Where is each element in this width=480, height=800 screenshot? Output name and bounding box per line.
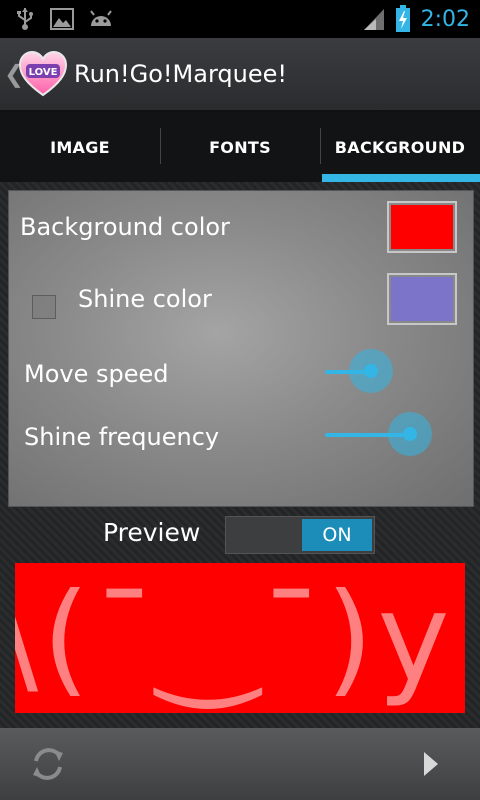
up-navigation[interactable]: ❮ LOVE Run!Go!Marquee! bbox=[0, 38, 300, 110]
shine-color-fill bbox=[391, 277, 453, 321]
tab-background[interactable]: BACKGROUND bbox=[320, 112, 480, 182]
move-speed-label: Move speed bbox=[24, 360, 169, 388]
image-icon bbox=[50, 8, 74, 30]
preview-toggle[interactable]: ON bbox=[225, 516, 375, 554]
next-arrow-icon[interactable] bbox=[422, 750, 440, 778]
refresh-icon[interactable] bbox=[28, 744, 68, 784]
shine-color-checkbox[interactable] bbox=[32, 295, 56, 319]
tab-label: FONTS bbox=[209, 137, 271, 157]
tab-fonts[interactable]: FONTS bbox=[160, 112, 320, 182]
marquee-preview: \(¯‿¯)y bbox=[15, 563, 465, 713]
shine-frequency-label: Shine frequency bbox=[24, 423, 220, 451]
marquee-text: \(¯‿¯)y bbox=[15, 567, 454, 709]
app-title: Run!Go!Marquee! bbox=[74, 60, 287, 88]
app-logo-text: LOVE bbox=[29, 67, 58, 78]
tab-label: IMAGE bbox=[50, 137, 110, 157]
usb-icon bbox=[17, 8, 33, 30]
slider-thumb[interactable] bbox=[402, 427, 417, 441]
shine-color-swatch[interactable] bbox=[387, 273, 457, 325]
tab-label: BACKGROUND bbox=[334, 137, 466, 157]
preview-label: Preview bbox=[103, 518, 201, 547]
move-speed-slider[interactable] bbox=[325, 347, 445, 397]
tab-bar: IMAGE FONTS BACKGROUND bbox=[0, 112, 480, 182]
app-logo-heart-icon: LOVE bbox=[18, 50, 68, 97]
android-icon bbox=[90, 10, 112, 26]
content-area: Background color Shine color Move speed … bbox=[0, 182, 480, 728]
background-color-fill bbox=[391, 205, 453, 249]
status-bar: 2:02 bbox=[0, 0, 480, 38]
battery-icon bbox=[395, 5, 410, 32]
bottom-bar bbox=[0, 728, 480, 800]
preview-toggle-on: ON bbox=[302, 519, 372, 551]
clock: 2:02 bbox=[420, 6, 470, 32]
background-color-swatch[interactable] bbox=[387, 201, 457, 253]
background-color-label: Background color bbox=[20, 213, 230, 241]
tab-image[interactable]: IMAGE bbox=[0, 112, 160, 182]
shine-frequency-slider[interactable] bbox=[325, 410, 445, 460]
shine-color-label: Shine color bbox=[78, 285, 212, 313]
settings-panel: Background color Shine color Move speed … bbox=[8, 190, 474, 507]
signal-icon bbox=[363, 9, 384, 30]
action-bar: ❮ LOVE Run!Go!Marquee! bbox=[0, 38, 480, 112]
